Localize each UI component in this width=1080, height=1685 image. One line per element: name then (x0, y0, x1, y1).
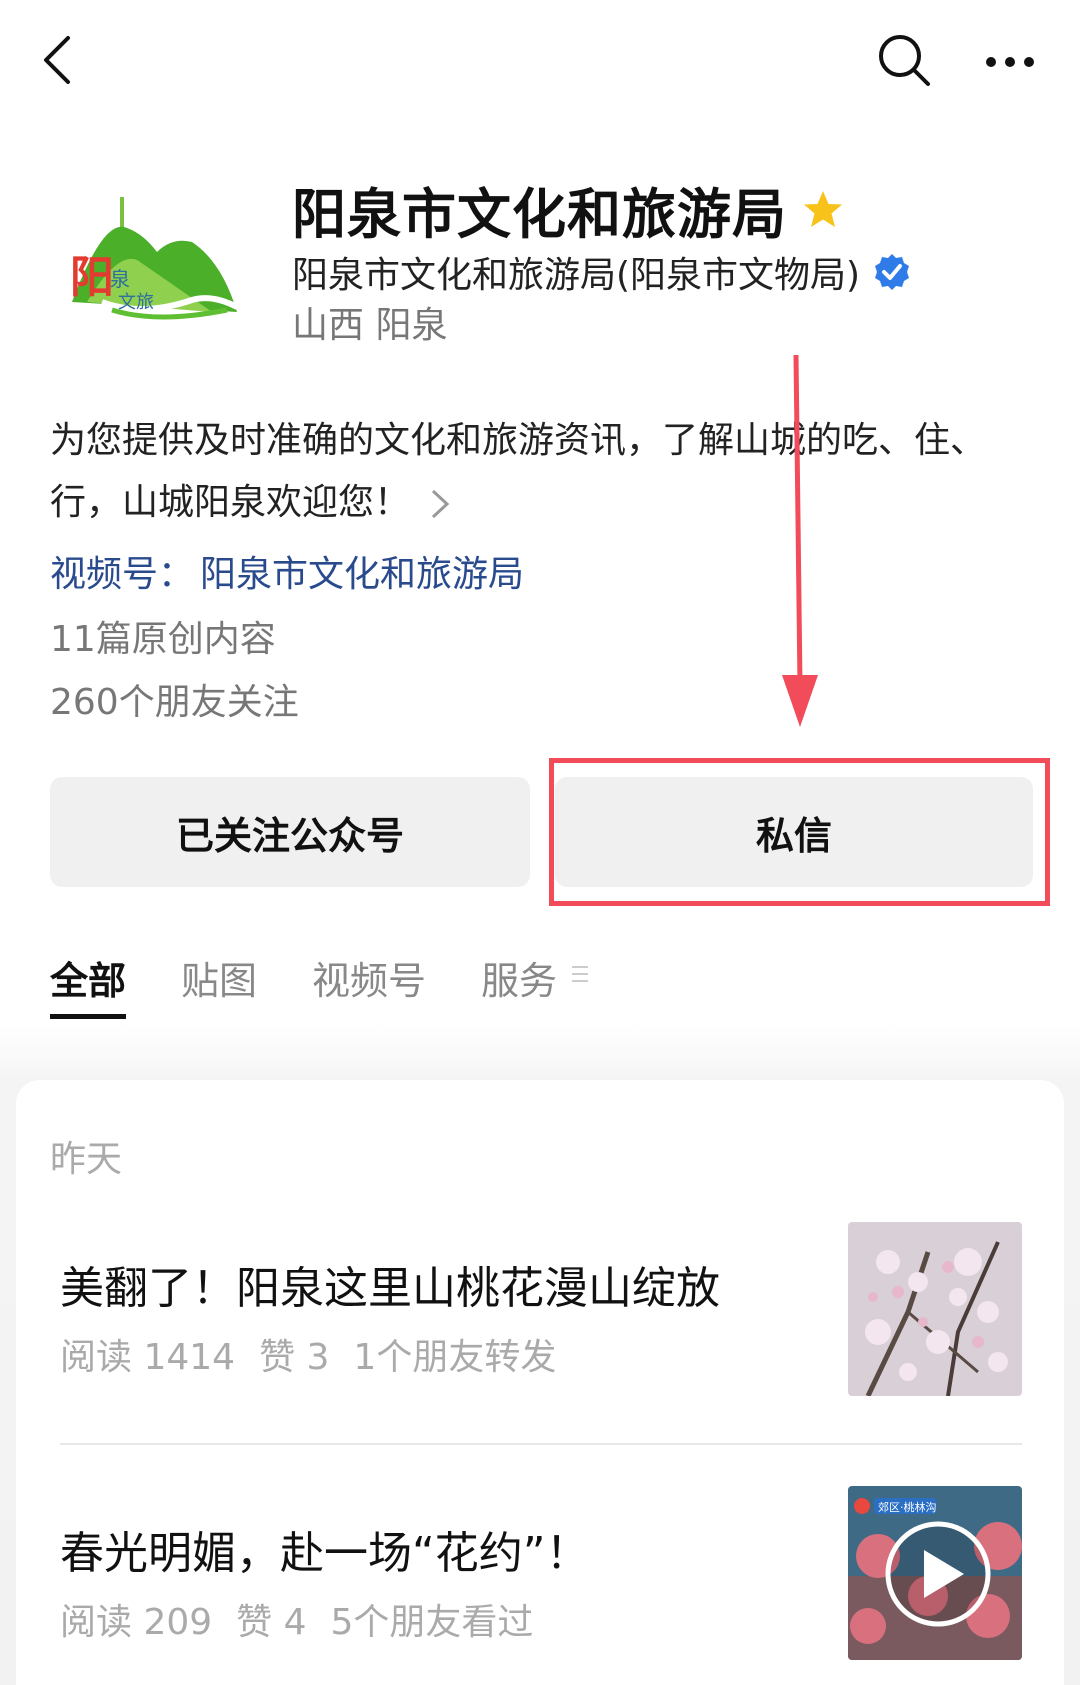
svg-text:文旅: 文旅 (118, 292, 154, 312)
account-logo: 阳 泉 文旅 (62, 182, 246, 332)
content-tabs: 全部 贴图 视频号 服务 (50, 950, 590, 1019)
menu-lines-icon (572, 966, 589, 982)
chevron-right-icon[interactable] (428, 485, 452, 523)
svg-text:泉: 泉 (110, 268, 130, 291)
follower-count: 260个朋友关注 (50, 682, 299, 723)
channel-link[interactable]: 视频号： 阳泉市文化和旅游局 (50, 545, 524, 597)
article-thumbnail[interactable] (848, 1222, 1022, 1396)
tab-channels[interactable]: 视频号 (312, 950, 426, 1019)
article-reads: 阅读 1414 (60, 1337, 236, 1378)
video-thumbnail[interactable]: 郊区·桃林沟 (848, 1486, 1022, 1660)
play-icon[interactable] (848, 1486, 1022, 1660)
account-description[interactable]: 为您提供及时准确的文化和旅游资讯，了解山城的吃、住、行，山城阳泉欢迎您！ (50, 410, 1040, 534)
star-icon[interactable] (801, 188, 845, 232)
account-region: 山西 阳泉 (292, 305, 448, 346)
article-reads: 阅读 209 (60, 1602, 213, 1643)
search-icon[interactable] (872, 28, 936, 92)
highlight-box (549, 758, 1050, 906)
account-org: 阳泉市文化和旅游局(阳泉市文物局) (292, 255, 861, 296)
back-icon[interactable] (28, 28, 92, 92)
top-bar (0, 0, 1080, 130)
feed-date: 昨天 (50, 1139, 123, 1180)
channel-value: 阳泉市文化和旅游局 (200, 554, 525, 595)
tab-all[interactable]: 全部 (50, 950, 127, 1019)
follow-button[interactable]: 已关注公众号 (50, 777, 530, 887)
tab-services[interactable]: 服务 (481, 950, 557, 1019)
article-likes: 赞 4 (236, 1602, 307, 1643)
article-social: 1个朋友转发 (353, 1337, 557, 1378)
article-social: 5个朋友看过 (330, 1602, 534, 1643)
original-count: 11篇原创内容 (50, 619, 276, 660)
channel-label: 视频号： (50, 554, 195, 595)
description-text: 为您提供及时准确的文化和旅游资讯，了解山城的吃、住、行，山城阳泉欢迎您！ (50, 420, 987, 523)
article-likes: 赞 3 (259, 1337, 330, 1378)
account-name: 阳泉市文化和旅游局 (292, 183, 787, 246)
arrow-down-icon (782, 355, 818, 727)
svg-text:阳: 阳 (70, 253, 114, 302)
verified-icon (875, 254, 910, 290)
more-icon[interactable] (975, 28, 1055, 92)
tab-stickers[interactable]: 贴图 (181, 950, 257, 1019)
divider (60, 1443, 1022, 1445)
